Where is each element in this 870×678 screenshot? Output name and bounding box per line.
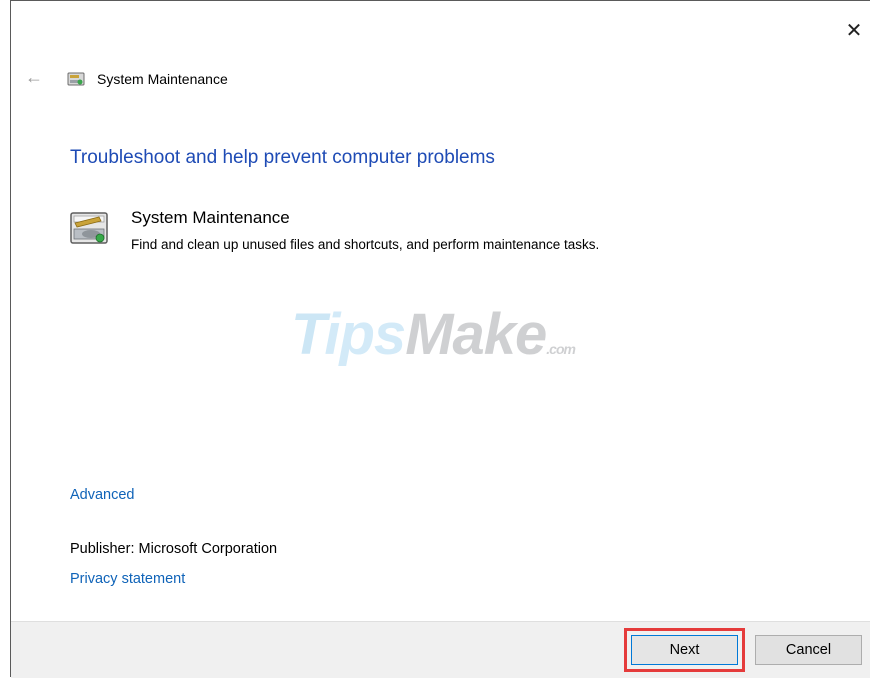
cancel-button[interactable]: Cancel <box>755 635 862 665</box>
publisher-label: Publisher: <box>70 541 135 557</box>
close-icon: ✕ <box>845 20 863 42</box>
watermark-make: Make <box>405 302 547 367</box>
next-button-label: Next <box>669 642 700 658</box>
back-arrow-icon[interactable]: ← <box>25 67 43 88</box>
troubleshooter-window: ✕ ← System Maintenance Troubleshoot and … <box>10 0 870 678</box>
watermark-ips: ips <box>324 302 406 367</box>
next-button[interactable]: Next <box>631 635 738 665</box>
watermark-com: .com <box>546 341 576 357</box>
publisher-line: Publisher: Microsoft Corporation <box>70 541 277 557</box>
cancel-button-label: Cancel <box>785 642 832 658</box>
page-heading: Troubleshoot and help prevent computer p… <box>70 147 495 168</box>
item-description: Find and clean up unused files and short… <box>131 237 600 252</box>
window-title: System Maintenance <box>97 71 228 87</box>
watermark-t: T <box>291 302 325 367</box>
item-title: System Maintenance <box>131 208 290 227</box>
advanced-link[interactable]: Advanced <box>70 487 135 503</box>
system-maintenance-icon <box>70 212 108 244</box>
tipsmake-watermark: TipsMake.com <box>291 301 576 368</box>
privacy-statement-link[interactable]: Privacy statement <box>70 571 185 587</box>
publisher-value: Microsoft Corporation <box>138 541 278 557</box>
title-bar: ← System Maintenance <box>11 65 870 93</box>
close-button[interactable]: ✕ <box>844 21 864 41</box>
dialog-footer: Next Cancel <box>11 621 870 678</box>
system-maintenance-small-icon <box>67 72 85 86</box>
